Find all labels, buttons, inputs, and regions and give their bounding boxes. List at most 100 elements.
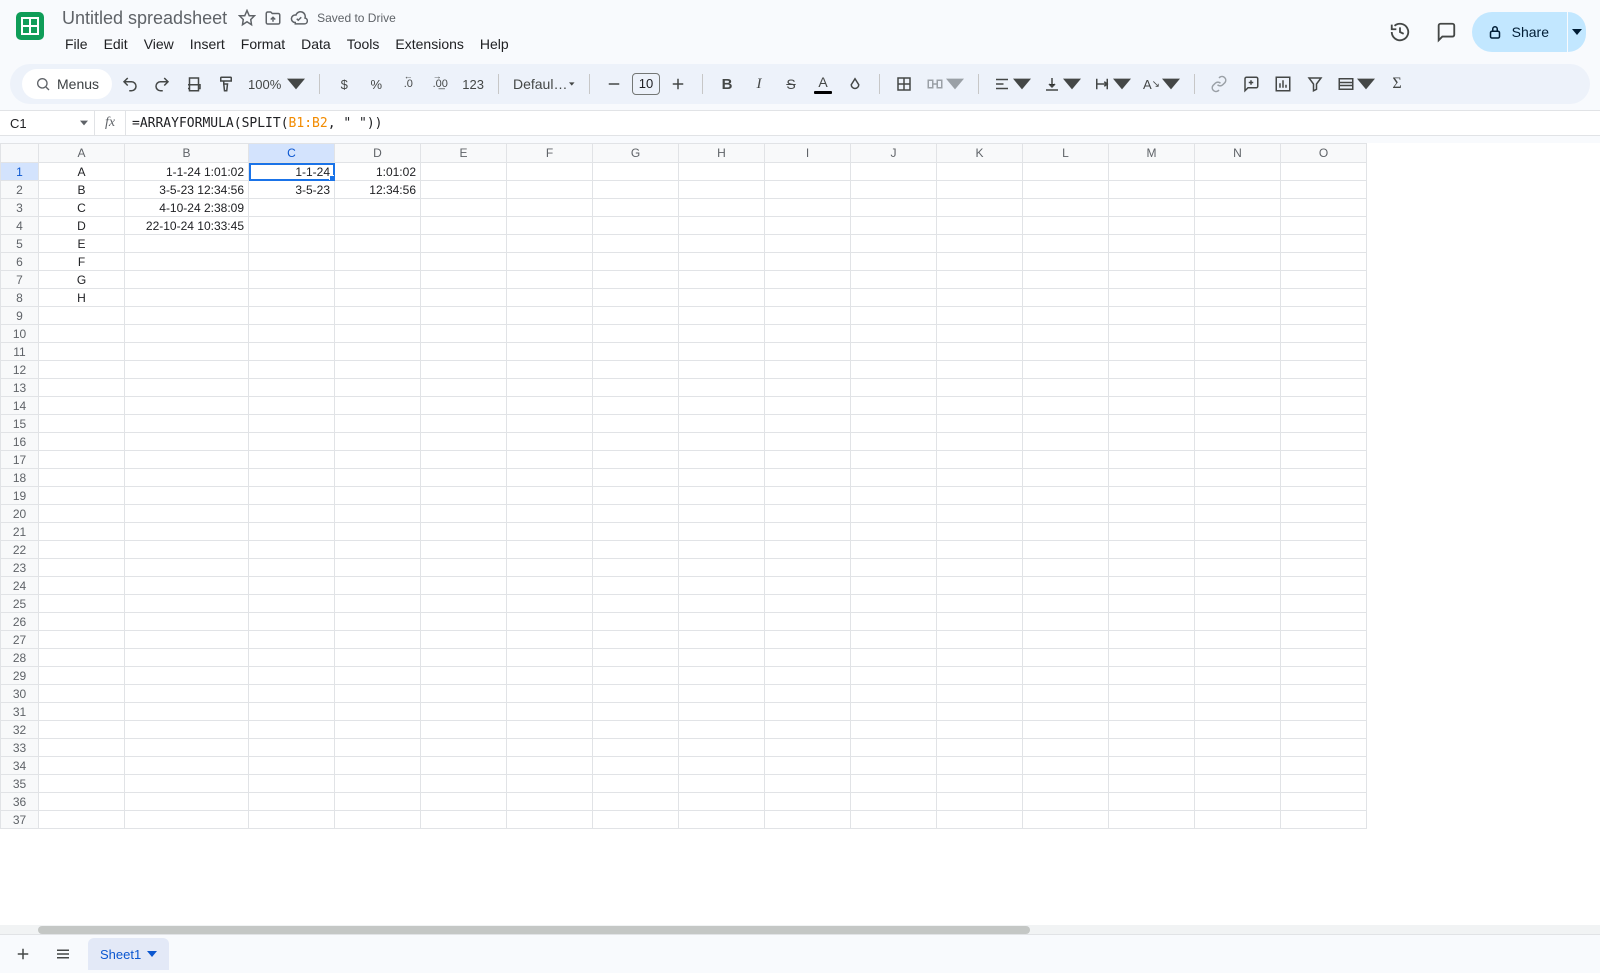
cell-K23[interactable] [937, 559, 1023, 577]
cell-B7[interactable] [125, 271, 249, 289]
cell-E23[interactable] [421, 559, 507, 577]
cell-I2[interactable] [765, 181, 851, 199]
cell-H22[interactable] [679, 541, 765, 559]
cell-G28[interactable] [593, 649, 679, 667]
add-sheet-button[interactable] [8, 939, 38, 969]
cell-B34[interactable] [125, 757, 249, 775]
cell-A33[interactable] [39, 739, 125, 757]
cell-M35[interactable] [1109, 775, 1195, 793]
cell-H30[interactable] [679, 685, 765, 703]
cell-F9[interactable] [507, 307, 593, 325]
cell-K30[interactable] [937, 685, 1023, 703]
cell-C20[interactable] [249, 505, 335, 523]
cell-M21[interactable] [1109, 523, 1195, 541]
cell-O25[interactable] [1281, 595, 1367, 613]
cell-O24[interactable] [1281, 577, 1367, 595]
cell-B37[interactable] [125, 811, 249, 829]
format-123-button[interactable]: 123 [458, 70, 488, 98]
cell-I9[interactable] [765, 307, 851, 325]
sheet-tab[interactable]: Sheet1 [88, 938, 169, 970]
cell-M4[interactable] [1109, 217, 1195, 235]
cell-K24[interactable] [937, 577, 1023, 595]
cell-F1[interactable] [507, 163, 593, 181]
cell-H34[interactable] [679, 757, 765, 775]
cell-D9[interactable] [335, 307, 421, 325]
cell-B8[interactable] [125, 289, 249, 307]
filter-button[interactable] [1301, 70, 1329, 98]
cell-F5[interactable] [507, 235, 593, 253]
cell-H23[interactable] [679, 559, 765, 577]
cell-D29[interactable] [335, 667, 421, 685]
cell-I1[interactable] [765, 163, 851, 181]
cell-N27[interactable] [1195, 631, 1281, 649]
cell-F2[interactable] [507, 181, 593, 199]
cell-C18[interactable] [249, 469, 335, 487]
cell-D32[interactable] [335, 721, 421, 739]
font-size-increase[interactable] [664, 70, 692, 98]
column-header-N[interactable]: N [1195, 144, 1281, 163]
cell-K4[interactable] [937, 217, 1023, 235]
cell-L26[interactable] [1023, 613, 1109, 631]
cell-C35[interactable] [249, 775, 335, 793]
row-header-16[interactable]: 16 [1, 433, 39, 451]
cell-F27[interactable] [507, 631, 593, 649]
cell-N3[interactable] [1195, 199, 1281, 217]
cell-F15[interactable] [507, 415, 593, 433]
cell-K8[interactable] [937, 289, 1023, 307]
row-header-30[interactable]: 30 [1, 685, 39, 703]
text-wrap-button[interactable] [1089, 70, 1135, 98]
cell-I25[interactable] [765, 595, 851, 613]
cell-D26[interactable] [335, 613, 421, 631]
cell-D4[interactable] [335, 217, 421, 235]
cell-K32[interactable] [937, 721, 1023, 739]
cell-G13[interactable] [593, 379, 679, 397]
cell-I29[interactable] [765, 667, 851, 685]
cell-M31[interactable] [1109, 703, 1195, 721]
row-header-28[interactable]: 28 [1, 649, 39, 667]
cell-N33[interactable] [1195, 739, 1281, 757]
cell-L22[interactable] [1023, 541, 1109, 559]
cell-F22[interactable] [507, 541, 593, 559]
cell-L8[interactable] [1023, 289, 1109, 307]
cell-H6[interactable] [679, 253, 765, 271]
cell-N10[interactable] [1195, 325, 1281, 343]
column-header-K[interactable]: K [937, 144, 1023, 163]
cell-F12[interactable] [507, 361, 593, 379]
cell-O10[interactable] [1281, 325, 1367, 343]
cell-G10[interactable] [593, 325, 679, 343]
cell-E21[interactable] [421, 523, 507, 541]
cell-J20[interactable] [851, 505, 937, 523]
cell-B14[interactable] [125, 397, 249, 415]
cell-A7[interactable]: G [39, 271, 125, 289]
cell-L2[interactable] [1023, 181, 1109, 199]
cell-M15[interactable] [1109, 415, 1195, 433]
cell-I14[interactable] [765, 397, 851, 415]
cell-E32[interactable] [421, 721, 507, 739]
cell-J2[interactable] [851, 181, 937, 199]
cell-O6[interactable] [1281, 253, 1367, 271]
cell-B31[interactable] [125, 703, 249, 721]
cell-G21[interactable] [593, 523, 679, 541]
cell-N20[interactable] [1195, 505, 1281, 523]
cell-K14[interactable] [937, 397, 1023, 415]
cell-H11[interactable] [679, 343, 765, 361]
cell-O3[interactable] [1281, 199, 1367, 217]
cell-L6[interactable] [1023, 253, 1109, 271]
cell-K31[interactable] [937, 703, 1023, 721]
strikethrough-button[interactable]: S [777, 70, 805, 98]
cell-O16[interactable] [1281, 433, 1367, 451]
cell-M29[interactable] [1109, 667, 1195, 685]
cell-O37[interactable] [1281, 811, 1367, 829]
cell-A28[interactable] [39, 649, 125, 667]
row-header-11[interactable]: 11 [1, 343, 39, 361]
cell-K27[interactable] [937, 631, 1023, 649]
cell-D27[interactable] [335, 631, 421, 649]
cell-A27[interactable] [39, 631, 125, 649]
cell-F34[interactable] [507, 757, 593, 775]
cell-D12[interactable] [335, 361, 421, 379]
cell-H20[interactable] [679, 505, 765, 523]
cell-G16[interactable] [593, 433, 679, 451]
cell-B9[interactable] [125, 307, 249, 325]
cell-O34[interactable] [1281, 757, 1367, 775]
cell-J35[interactable] [851, 775, 937, 793]
